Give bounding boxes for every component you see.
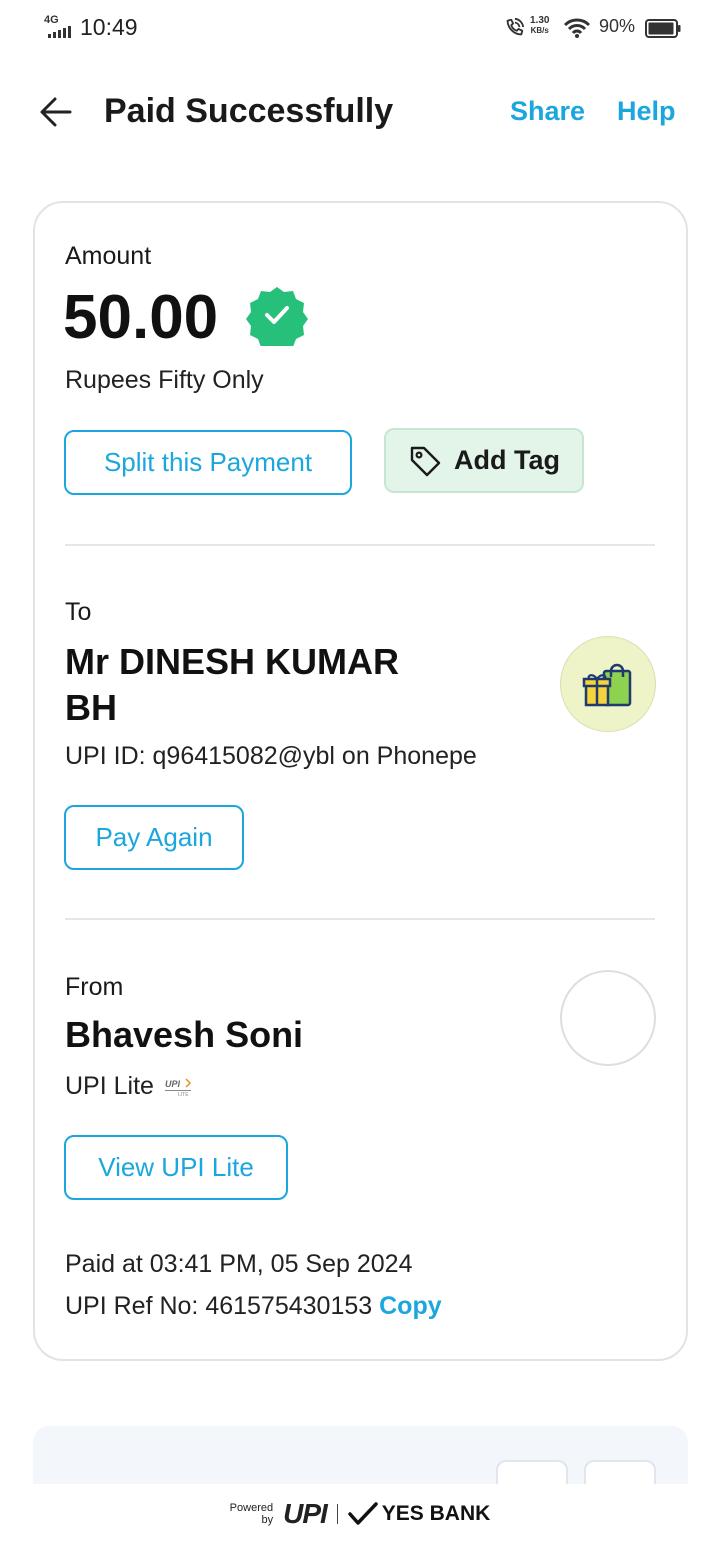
payee-name-line1: Mr DINESH KUMAR [65, 641, 400, 682]
svg-text:UPI: UPI [165, 1079, 181, 1089]
divider [65, 918, 655, 920]
battery-icon [645, 19, 681, 38]
footer-separator [336, 1504, 338, 1524]
status-time: 10:49 [80, 14, 138, 40]
amount-value: 50.00 [63, 283, 219, 352]
page-title: Paid Successfully [104, 92, 394, 130]
battery-percent: 90% [599, 16, 636, 36]
from-label: From [65, 973, 124, 1001]
payer-name: Bhavesh Soni [65, 1014, 304, 1055]
bank-name: YES BANK [381, 1502, 491, 1525]
yes-bank-check-icon [348, 1502, 378, 1525]
add-tag-label: Add Tag [454, 445, 560, 475]
view-upi-lite-label: View UPI Lite [98, 1152, 254, 1182]
upi-logo-icon: UPI [283, 1498, 328, 1529]
share-link[interactable]: Share [510, 96, 585, 127]
wifi-call-icon [506, 17, 525, 36]
to-label: To [65, 598, 92, 626]
signal-icon [48, 26, 71, 38]
pay-again-button[interactable]: Pay Again [64, 805, 244, 870]
divider [65, 544, 655, 546]
amount-in-words: Rupees Fifty Only [65, 366, 264, 394]
back-arrow-icon[interactable] [36, 92, 76, 132]
network-speed: 1.30 KB/s [530, 15, 550, 36]
powered-by-label: Powered by [229, 1502, 274, 1526]
upi-lite-logo-icon: UPI LITE [164, 1077, 191, 1097]
payee-name-line2: BH [65, 687, 117, 728]
svg-text:LITE: LITE [178, 1092, 189, 1097]
payment-method-label: UPI Lite [65, 1072, 154, 1100]
bank-logo: YES BANK [348, 1502, 491, 1526]
payee-avatar [560, 636, 656, 732]
amount-label: Amount [65, 242, 152, 270]
wifi-icon [563, 18, 591, 38]
upi-ref-number: UPI Ref No: 461575430153 [65, 1292, 373, 1320]
copy-ref-button[interactable]: Copy [379, 1292, 442, 1320]
shopping-gift-icon [582, 663, 632, 707]
payer-avatar [560, 970, 656, 1066]
footer: Powered by UPI YES BANK [0, 1484, 720, 1544]
split-payment-label: Split this Payment [103, 447, 313, 477]
payee-upi-id: UPI ID: q96415082@ybl on Phonepe [65, 742, 477, 770]
pay-again-label: Pay Again [95, 822, 213, 852]
payment-method: UPI Lite UPI LITE [65, 1072, 194, 1101]
verified-badge-icon [246, 287, 308, 346]
help-link[interactable]: Help [617, 96, 676, 127]
split-payment-button[interactable]: Split this Payment [64, 430, 352, 495]
network-type: 4G [44, 14, 59, 26]
upi-ref-row: UPI Ref No: 461575430153 Copy [65, 1292, 442, 1321]
paid-at-timestamp: Paid at 03:41 PM, 05 Sep 2024 [65, 1250, 413, 1278]
tag-icon [410, 446, 441, 476]
add-tag-button[interactable]: Add Tag [384, 428, 584, 493]
view-upi-lite-button[interactable]: View UPI Lite [64, 1135, 288, 1200]
